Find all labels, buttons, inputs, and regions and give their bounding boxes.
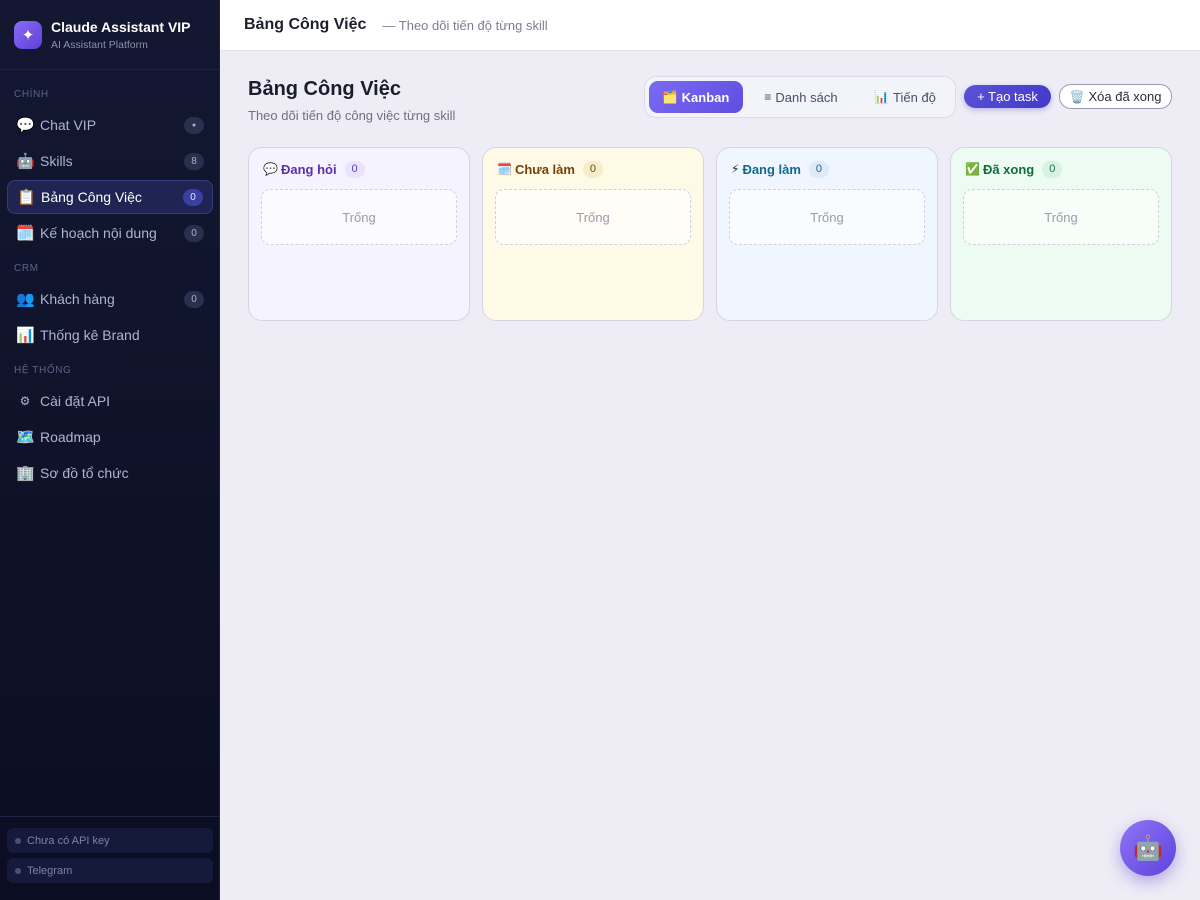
status-badge: ●: [184, 116, 204, 134]
lightning-icon: ⚡: [731, 162, 740, 176]
sidebar-item-content-plan[interactable]: 🗓️ Kế hoạch nội dung 0: [7, 217, 213, 249]
calendar-icon: 🗓️: [16, 225, 35, 242]
brand-subtitle: AI Assistant Platform: [51, 38, 148, 51]
api-key-status-label: Chưa có API key: [27, 834, 110, 847]
check-mark-icon: ✅: [965, 162, 980, 176]
assistant-chat-button[interactable]: 🤖: [1120, 820, 1176, 876]
view-tab-label: Kanban: [681, 89, 730, 105]
page-subtitle: Theo dõi tiến độ công việc từng skill: [248, 108, 456, 123]
empty-drop-zone[interactable]: Trống: [495, 189, 691, 245]
sidebar-item-label: Roadmap: [40, 429, 101, 445]
view-tab-list[interactable]: ≡ Danh sách: [749, 81, 853, 113]
column-count-badge: 0: [582, 160, 603, 178]
bar-chart-icon: 📊: [16, 327, 35, 344]
kanban-column-todo: 🗓️ Chưa làm 0 Trống: [482, 147, 704, 321]
status-dot-icon: [15, 867, 21, 874]
sidebar-item-label: Bảng Công Việc: [41, 189, 142, 205]
clipboard-icon: 📋: [17, 189, 36, 206]
column-count-badge: 0: [808, 160, 829, 178]
column-title: Đang làm: [742, 161, 801, 177]
clear-done-label: Xóa đã xong: [1088, 89, 1162, 104]
sidebar-item-label: Cài đặt API: [40, 393, 111, 409]
empty-drop-zone[interactable]: Trống: [729, 189, 925, 245]
column-title: Đã xong: [982, 161, 1035, 177]
sidebar-item-chat-vip[interactable]: 💬 Chat VIP ●: [7, 109, 213, 141]
column-title: Đang hỏi: [280, 161, 337, 177]
view-tab-label: Tiến độ: [893, 89, 936, 105]
count-badge: 8: [184, 152, 204, 170]
kanban-column-in-progress: ⚡ Đang làm 0 Trống: [716, 147, 938, 321]
sidebar-item-label: Khách hàng: [40, 291, 115, 307]
speech-bubble-icon: 💬: [263, 162, 278, 176]
count-badge: 0: [184, 290, 204, 308]
column-title: Chưa làm: [514, 161, 575, 177]
empty-drop-zone[interactable]: Trống: [963, 189, 1159, 245]
count-badge: 0: [183, 188, 203, 206]
bar-chart-icon: 📊: [874, 90, 890, 104]
robot-icon: 🤖: [1133, 834, 1163, 862]
sidebar-item-brand-stats[interactable]: 📊 Thống kê Brand: [7, 319, 213, 351]
robot-icon: 🤖: [16, 153, 35, 170]
status-dot-icon: [15, 837, 21, 844]
empty-drop-zone[interactable]: Trống: [261, 189, 457, 245]
top-bar: Bảng Công Việc — Theo dõi tiến độ từng s…: [220, 0, 1200, 51]
brand-title: Claude Assistant VIP: [51, 18, 191, 35]
kanban-column-asking: 💬 Đang hỏi 0 Trống: [248, 147, 470, 321]
view-tab-label: Danh sách: [775, 89, 838, 105]
sidebar-item-api-settings[interactable]: ⚙ Cài đặt API: [7, 385, 213, 417]
map-icon: 🗺️: [16, 429, 35, 446]
clear-done-button[interactable]: 🗑️ Xóa đã xong: [1059, 84, 1172, 109]
view-switcher: 🗂️ Kanban ≡ Danh sách 📊 Tiến độ: [644, 76, 956, 118]
column-count-badge: 0: [344, 160, 365, 178]
sidebar: ✦ Claude Assistant VIP AI Assistant Plat…: [0, 0, 220, 900]
folder-icon: 🗂️: [662, 90, 678, 104]
kanban-column-done: ✅ Đã xong 0 Trống: [950, 147, 1172, 321]
sidebar-item-org-chart[interactable]: 🏢 Sơ đồ tổ chức: [7, 457, 213, 489]
trash-icon: 🗑️: [1069, 89, 1085, 104]
sidebar-item-label: Skills: [40, 153, 73, 169]
sparkle-icon: ✦: [14, 20, 42, 49]
telegram-status[interactable]: Telegram: [7, 858, 213, 883]
section-label-main: CHÍNH: [14, 89, 49, 100]
create-task-button[interactable]: + Tạo task: [964, 85, 1051, 108]
building-icon: 🏢: [16, 465, 35, 482]
brand: ✦ Claude Assistant VIP AI Assistant Plat…: [0, 0, 219, 70]
list-icon: ≡: [764, 90, 772, 104]
gear-icon: ⚙: [19, 394, 31, 408]
sidebar-item-label: Chat VIP: [40, 117, 97, 133]
sidebar-item-customers[interactable]: 👥 Khách hàng 0: [7, 283, 213, 315]
speech-bubble-icon: 💬: [16, 117, 35, 134]
sidebar-item-skills[interactable]: 🤖 Skills 8: [7, 145, 213, 177]
column-count-badge: 0: [1042, 160, 1063, 178]
sidebar-item-label: Kế hoạch nội dung: [40, 225, 157, 241]
section-label-crm: CRM: [14, 263, 39, 274]
sidebar-item-task-board[interactable]: 📋 Bảng Công Việc 0: [7, 180, 213, 214]
sidebar-item-label: Thống kê Brand: [40, 327, 140, 343]
view-tab-progress[interactable]: 📊 Tiến độ: [859, 81, 951, 113]
telegram-status-label: Telegram: [27, 864, 73, 877]
sidebar-item-label: Sơ đồ tổ chức: [40, 465, 129, 481]
page-title: Bảng Công Việc: [248, 78, 401, 100]
header-subtitle: — Theo dõi tiến độ từng skill: [382, 17, 548, 33]
section-label-system: HỆ THỐNG: [14, 365, 72, 376]
count-badge: 0: [184, 224, 204, 242]
view-tab-kanban[interactable]: 🗂️ Kanban: [649, 81, 743, 113]
people-icon: 👥: [16, 291, 35, 308]
header-title: Bảng Công Việc: [244, 16, 367, 33]
calendar-icon: 🗓️: [497, 162, 512, 176]
api-key-status[interactable]: Chưa có API key: [7, 828, 213, 853]
sidebar-footer: Chưa có API key Telegram: [0, 816, 219, 900]
sidebar-item-roadmap[interactable]: 🗺️ Roadmap: [7, 421, 213, 453]
